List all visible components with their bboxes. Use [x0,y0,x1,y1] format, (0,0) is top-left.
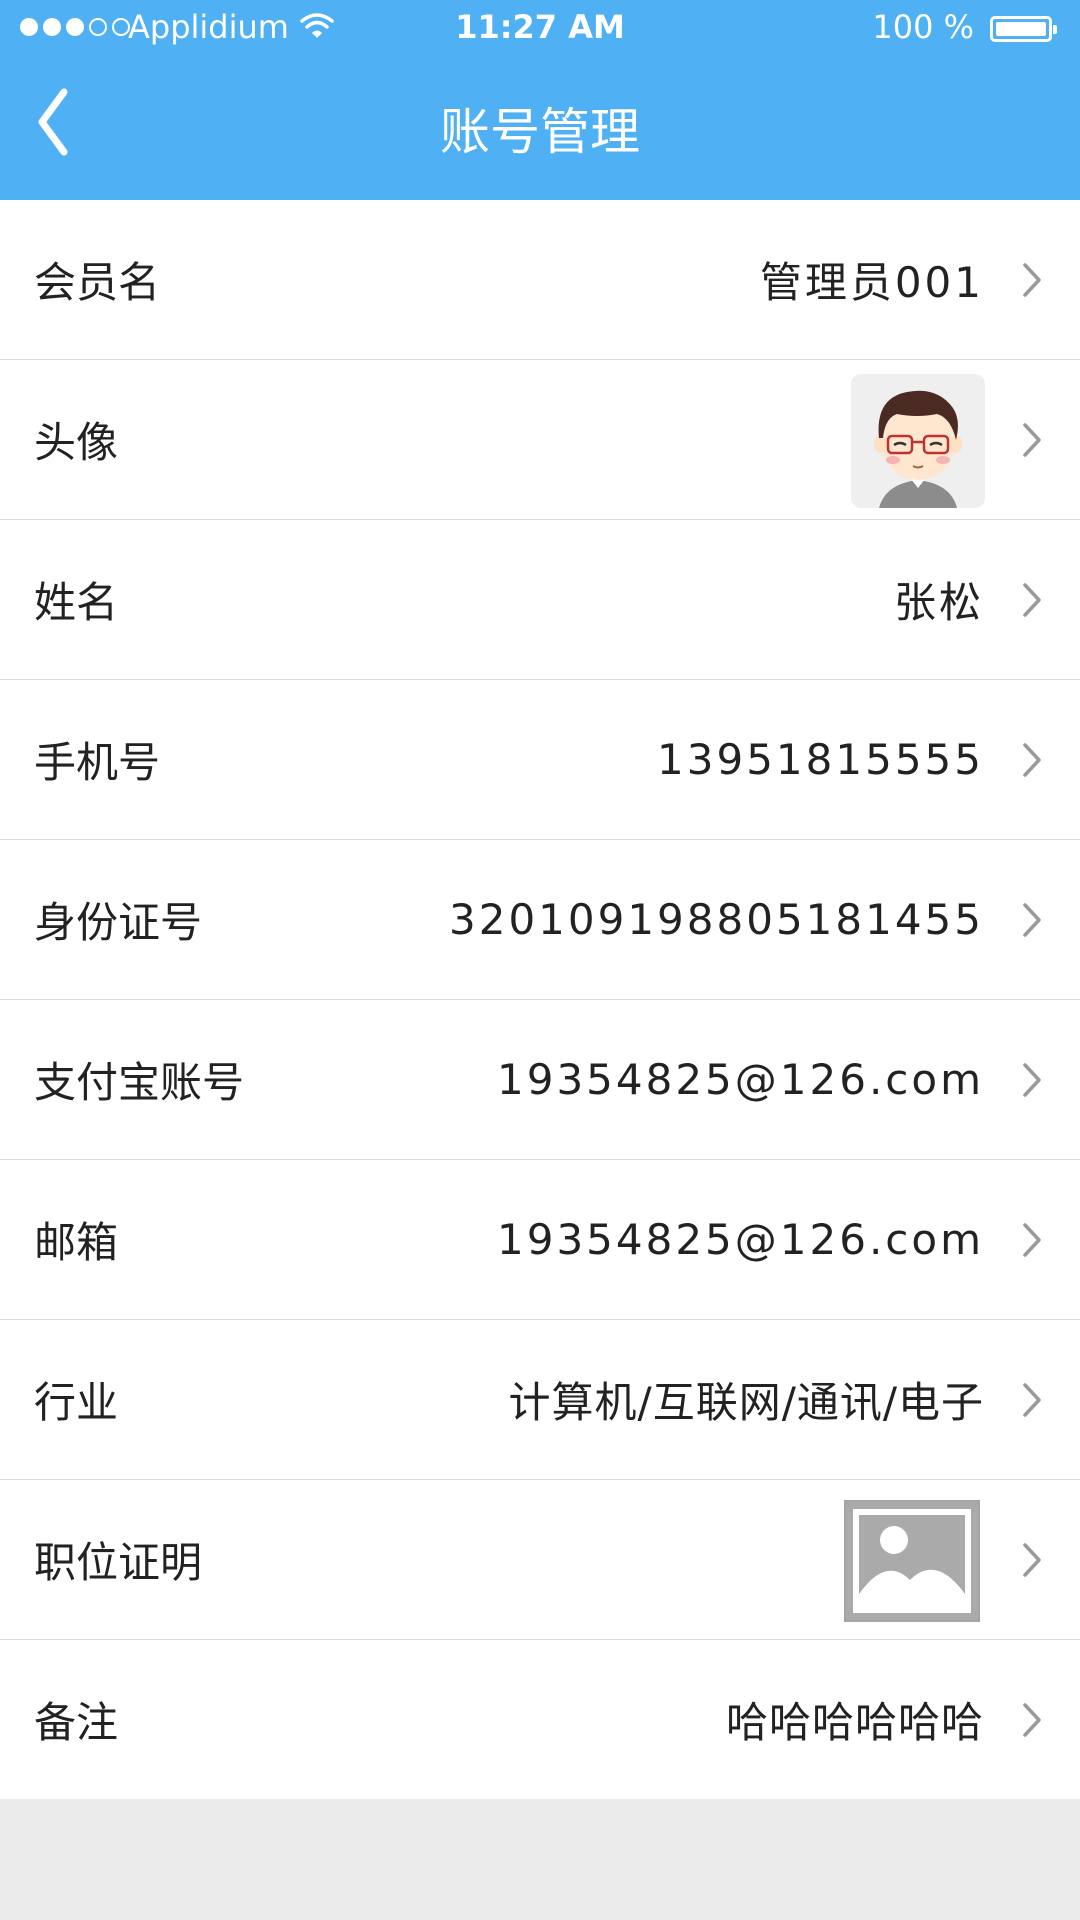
battery-percentage: 100 % [872,8,974,46]
position-proof-row[interactable]: 职位证明 [0,1480,1080,1640]
row-label: 会员名 [34,258,161,307]
industry-row[interactable]: 行业 计算机/互联网/通讯/电子 [0,1320,1080,1480]
row-label: 备注 [34,1698,119,1747]
chevron-right-icon [1023,263,1041,297]
email-value: 19354825@126.com [497,1215,984,1264]
chevron-right-icon [1023,423,1041,457]
alipay-account-value: 19354825@126.com [497,1055,984,1104]
row-label: 身份证号 [34,898,203,947]
chevron-right-icon [1023,1383,1041,1417]
remark-value: 哈哈哈哈哈哈 [725,1698,984,1747]
avatar-image [874,390,962,508]
avatar [851,374,985,508]
phone-value: 13951815555 [657,735,984,784]
real-name-value: 张松 [893,578,984,627]
id-number-value: 320109198805181455 [449,895,984,944]
image-placeholder-icon [844,1500,980,1622]
row-label: 职位证明 [34,1538,203,1587]
real-name-row[interactable]: 姓名 张松 [0,520,1080,680]
id-number-row[interactable]: 身份证号 320109198805181455 [0,840,1080,1000]
email-row[interactable]: 邮箱 19354825@126.com [0,1160,1080,1320]
chevron-right-icon [1023,1703,1041,1737]
chevron-right-icon [1023,743,1041,777]
nav-bar: 账号管理 [0,60,1080,200]
alipay-account-row[interactable]: 支付宝账号 19354825@126.com [0,1000,1080,1160]
row-label: 行业 [34,1378,119,1427]
chevron-right-icon [1023,1063,1041,1097]
account-info-list: 会员名 管理员001 头像 姓名 张松 手机号 13951815555 身份证号… [0,200,1080,1799]
row-label: 邮箱 [34,1218,119,1267]
avatar-row[interactable]: 头像 [0,360,1080,520]
row-label: 支付宝账号 [34,1058,245,1107]
chevron-right-icon [1023,583,1041,617]
member-name-value: 管理员001 [759,258,984,307]
phone-row[interactable]: 手机号 13951815555 [0,680,1080,840]
row-label: 手机号 [34,738,161,787]
remark-row[interactable]: 备注 哈哈哈哈哈哈 [0,1640,1080,1799]
row-label: 姓名 [34,578,119,627]
page-title: 账号管理 [440,103,640,161]
header: Applidium 11:27 AM 100 % 账号管理 [0,0,1080,200]
industry-value: 计算机/互联网/通讯/电子 [508,1378,984,1427]
status-bar: Applidium 11:27 AM 100 % [0,0,1080,60]
chevron-right-icon [1023,1543,1041,1577]
row-label: 头像 [34,418,119,467]
chevron-right-icon [1023,903,1041,937]
chevron-right-icon [1023,1223,1041,1257]
battery-icon [990,16,1057,42]
member-name-row[interactable]: 会员名 管理员001 [0,200,1080,360]
